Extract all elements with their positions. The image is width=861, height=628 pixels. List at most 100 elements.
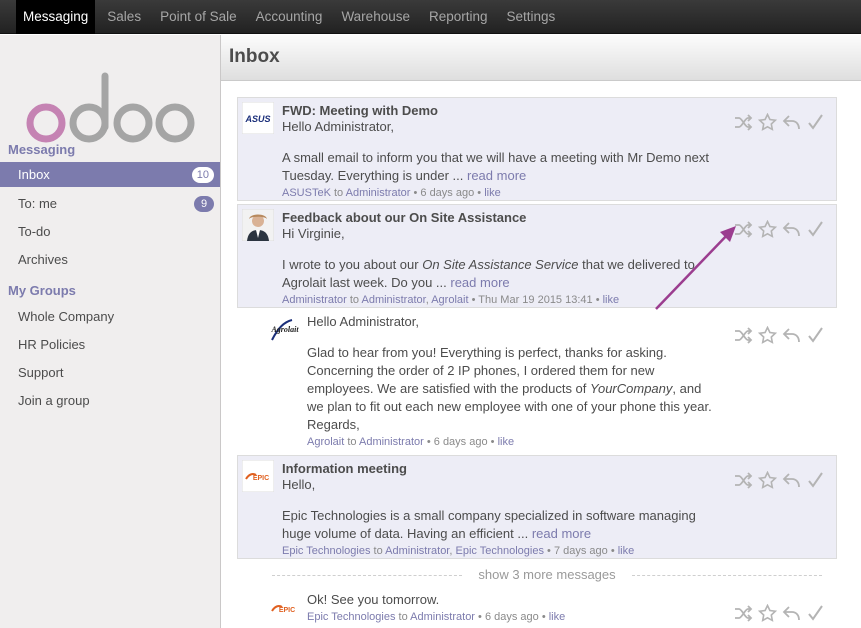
sidebar-item-label: Inbox: [18, 167, 50, 182]
page-title: Inbox: [229, 46, 280, 67]
message-actions: [734, 604, 825, 623]
read-more-link[interactable]: read more: [532, 526, 591, 541]
to-label: to: [373, 545, 383, 557]
shuffle-icon[interactable]: [734, 326, 753, 345]
show-more-link[interactable]: show 3 more messages: [472, 567, 622, 582]
separator: ,: [449, 545, 453, 557]
message-meta: Epic Technologies to Administrator • 6 d…: [307, 611, 566, 623]
author-link[interactable]: Epic Technologies: [307, 611, 395, 623]
reply-icon[interactable]: [782, 471, 801, 490]
sidebar-item-archives[interactable]: Archives: [0, 247, 220, 272]
reply-icon[interactable]: [782, 604, 801, 623]
asus-avatar[interactable]: ASUS: [241, 101, 275, 135]
user-avatar[interactable]: [241, 208, 275, 242]
read-more-link[interactable]: read more: [450, 275, 509, 290]
like-link[interactable]: like: [618, 545, 635, 557]
shuffle-icon[interactable]: [734, 220, 753, 239]
message-body-emphasis: YourCompany: [590, 381, 673, 396]
sidebar-item-join-group[interactable]: Join a group: [0, 388, 220, 413]
shuffle-icon[interactable]: [734, 471, 753, 490]
author-link[interactable]: Administrator: [282, 294, 347, 306]
sidebar-item-to-do[interactable]: To-do: [0, 219, 220, 244]
reply-icon[interactable]: [782, 220, 801, 239]
reply-icon[interactable]: [782, 326, 801, 345]
sidebar-item-inbox[interactable]: Inbox 10: [0, 162, 220, 187]
message-meta: Epic Technologies to Administrator, Epic…: [282, 545, 635, 557]
check-icon[interactable]: [806, 604, 825, 623]
message-time: 6 days ago: [433, 436, 488, 448]
message-actions: [734, 326, 825, 345]
recipient-link[interactable]: Epic Technologies: [456, 545, 544, 557]
sidebar-item-label: To: me: [18, 196, 58, 211]
recipient-link[interactable]: Agrolait: [431, 294, 468, 306]
star-icon[interactable]: [758, 471, 777, 490]
sidebar-item-label: Whole Company: [18, 309, 115, 324]
sidebar-item-support[interactable]: Support: [0, 360, 220, 385]
read-more-link[interactable]: read more: [467, 168, 526, 183]
like-link[interactable]: like: [484, 187, 501, 199]
menu-sales[interactable]: Sales: [100, 0, 148, 34]
author-link[interactable]: ASUSTeK: [282, 187, 331, 199]
menu-warehouse[interactable]: Warehouse: [334, 0, 417, 34]
reply-icon[interactable]: [782, 113, 801, 132]
shuffle-icon[interactable]: [734, 604, 753, 623]
check-icon[interactable]: [806, 220, 825, 239]
message-subject[interactable]: FWD: Meeting with Demo: [282, 103, 438, 118]
star-icon[interactable]: [758, 604, 777, 623]
message-body-text: , and: [672, 381, 702, 396]
sidebar-item-whole-company[interactable]: Whole Company: [0, 304, 220, 329]
to-label: to: [349, 294, 360, 306]
star-icon[interactable]: [758, 220, 777, 239]
top-menu-bar: Messaging Sales Point of Sale Accounting…: [0, 0, 861, 34]
check-icon[interactable]: [806, 113, 825, 132]
star-icon[interactable]: [758, 326, 777, 345]
message-greeting: Hello,: [282, 477, 316, 492]
epic-avatar[interactable]: EPIC: [241, 459, 275, 493]
main-header: Inbox: [221, 35, 861, 81]
message-body-text: that we delivered to: [578, 257, 695, 272]
recipient-link[interactable]: Administrator: [385, 545, 449, 557]
recipient-link[interactable]: Administrator: [359, 436, 424, 448]
shuffle-icon[interactable]: [734, 113, 753, 132]
recipient-link[interactable]: Administrator: [346, 187, 411, 199]
message-body-line: Glad to hear from you! Everything is per…: [307, 345, 667, 360]
sidebar-item-label: To-do: [18, 224, 51, 239]
check-icon[interactable]: [806, 471, 825, 490]
like-link[interactable]: like: [498, 436, 515, 448]
inbox-count-badge: 10: [191, 167, 214, 183]
recipient-link[interactable]: Administrator: [410, 611, 475, 623]
message-body-line: Epic Technologies is a small company spe…: [282, 508, 696, 523]
section-messaging: Messaging: [8, 142, 76, 157]
message-subject[interactable]: Feedback about our On Site Assistance: [282, 210, 526, 225]
sidebar-item-label: HR Policies: [18, 337, 86, 352]
star-icon[interactable]: [758, 113, 777, 132]
menu-reporting[interactable]: Reporting: [422, 0, 495, 34]
sidebar-item-label: Archives: [18, 252, 68, 267]
message-body-emphasis: On Site Assistance Service: [422, 257, 579, 272]
like-link[interactable]: like: [603, 294, 620, 306]
agrolait-logo-text: Agrolait: [270, 325, 299, 334]
menu-messaging[interactable]: Messaging: [16, 0, 96, 34]
check-icon[interactable]: [806, 326, 825, 345]
epic-avatar[interactable]: EPIC: [268, 592, 300, 624]
message-subject[interactable]: Information meeting: [282, 461, 407, 476]
message-greeting: Hello Administrator,: [307, 314, 419, 329]
author-link[interactable]: Agrolait: [307, 436, 344, 448]
menu-settings[interactable]: Settings: [500, 0, 563, 34]
menu-accounting[interactable]: Accounting: [249, 0, 330, 34]
message-body-line: Agrolait last week. Do you ... read more: [282, 274, 510, 292]
sidebar-item-to-me[interactable]: To: me 9: [0, 191, 220, 216]
odoo-logo[interactable]: [26, 68, 196, 148]
section-my-groups: My Groups: [8, 283, 76, 298]
message-meta: Administrator to Administrator, Agrolait…: [282, 294, 620, 306]
message-body-line: I wrote to you about our On Site Assista…: [282, 256, 695, 274]
like-link[interactable]: like: [549, 611, 566, 623]
to-me-count-badge: 9: [194, 196, 214, 212]
sidebar-item-label: Support: [18, 365, 64, 380]
message-meta: Agrolait to Administrator • 6 days ago •…: [307, 436, 515, 448]
sidebar-item-hr-policies[interactable]: HR Policies: [0, 332, 220, 357]
author-link[interactable]: Epic Technologies: [282, 545, 370, 557]
agrolait-avatar[interactable]: Agrolait: [268, 316, 300, 348]
menu-point-of-sale[interactable]: Point of Sale: [153, 0, 244, 34]
recipient-link[interactable]: Administrator: [362, 294, 426, 306]
